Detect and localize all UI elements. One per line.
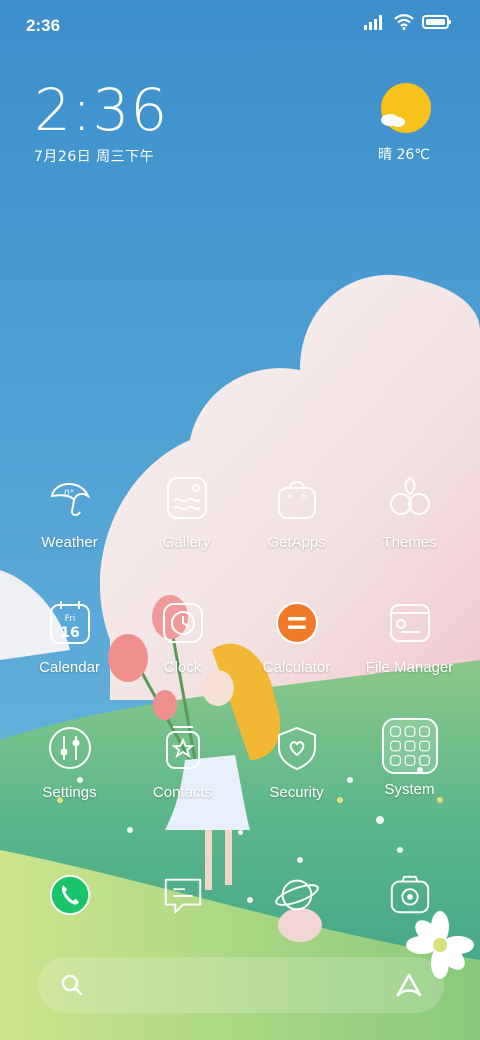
app-folder-system[interactable]: System (353, 717, 466, 798)
dock-browser[interactable] (240, 872, 353, 918)
app-label: Security (269, 784, 324, 801)
app-file-manager[interactable]: File Manager (353, 599, 466, 676)
dock-messages[interactable] (126, 872, 239, 918)
phone-icon (49, 874, 90, 916)
weather-widget[interactable]: 晴 26℃ (364, 82, 444, 164)
weather-text: 晴 26℃ (378, 147, 430, 163)
status-bar: 2:36 (0, 0, 480, 50)
app-label: Calendar (39, 659, 100, 676)
app-gallery[interactable]: Gallery (130, 474, 243, 551)
assistant-icon[interactable] (394, 971, 424, 999)
widget-date: 7月26日 周三下午 (34, 149, 155, 165)
app-settings[interactable]: Settings (13, 724, 126, 801)
status-icons (364, 14, 452, 30)
app-label: System (384, 781, 435, 798)
svg-text:0°: 0° (64, 489, 74, 499)
clock-icon (162, 603, 203, 643)
getapps-icon (277, 481, 316, 519)
search-bar[interactable] (38, 957, 444, 1013)
browser-icon (274, 879, 319, 911)
app-security[interactable]: Security (240, 724, 353, 801)
messages-icon (164, 878, 201, 914)
app-calculator[interactable]: Calculator (240, 599, 353, 676)
settings-icon (48, 727, 91, 769)
app-contacts[interactable]: Contacts (126, 724, 239, 801)
app-label: Weather (41, 534, 98, 551)
security-icon (277, 726, 316, 771)
battery-icon (422, 15, 451, 29)
sunny-cloud-icon (381, 83, 431, 133)
themes-icon (389, 476, 430, 515)
signal-icon (364, 15, 382, 30)
app-getapps[interactable]: GetApps (240, 474, 353, 551)
calendar-day-name: Fri (64, 614, 75, 624)
app-label: File Manager (365, 659, 454, 676)
widget-time: 2:36 (34, 76, 169, 144)
camera-icon (390, 875, 429, 914)
app-clock[interactable]: Clock (126, 599, 239, 676)
app-label: Settings (42, 784, 97, 801)
calendar-day: 16 (60, 625, 79, 641)
gallery-icon (166, 477, 207, 519)
app-label: Contacts (152, 784, 213, 801)
status-time: 2:36 (26, 16, 61, 35)
calculator-icon (275, 602, 318, 644)
app-calendar[interactable]: Fri 16 Calendar (13, 599, 126, 676)
app-themes[interactable]: Themes (353, 474, 466, 551)
search-icon (61, 974, 83, 996)
dock-phone[interactable] (13, 872, 126, 918)
wifi-icon (394, 14, 414, 30)
page-indicator (0, 830, 480, 835)
dock-camera[interactable] (353, 872, 466, 918)
file-manager-icon (389, 604, 430, 642)
app-label: Clock (163, 659, 202, 676)
calendar-icon: Fri 16 (49, 601, 90, 644)
weather-icon: 0° (50, 483, 90, 516)
app-label: Calculator (262, 659, 331, 676)
app-label: Gallery (162, 534, 211, 551)
app-label: GetApps (267, 534, 326, 551)
clock-widget[interactable]: 2:36 7月26日 周三下午 (34, 78, 168, 166)
contacts-icon (165, 726, 200, 769)
system-folder-icon (381, 717, 438, 775)
app-label: Themes (382, 534, 437, 551)
page-dot-active (237, 830, 243, 835)
app-weather[interactable]: 0° Weather (13, 474, 126, 551)
